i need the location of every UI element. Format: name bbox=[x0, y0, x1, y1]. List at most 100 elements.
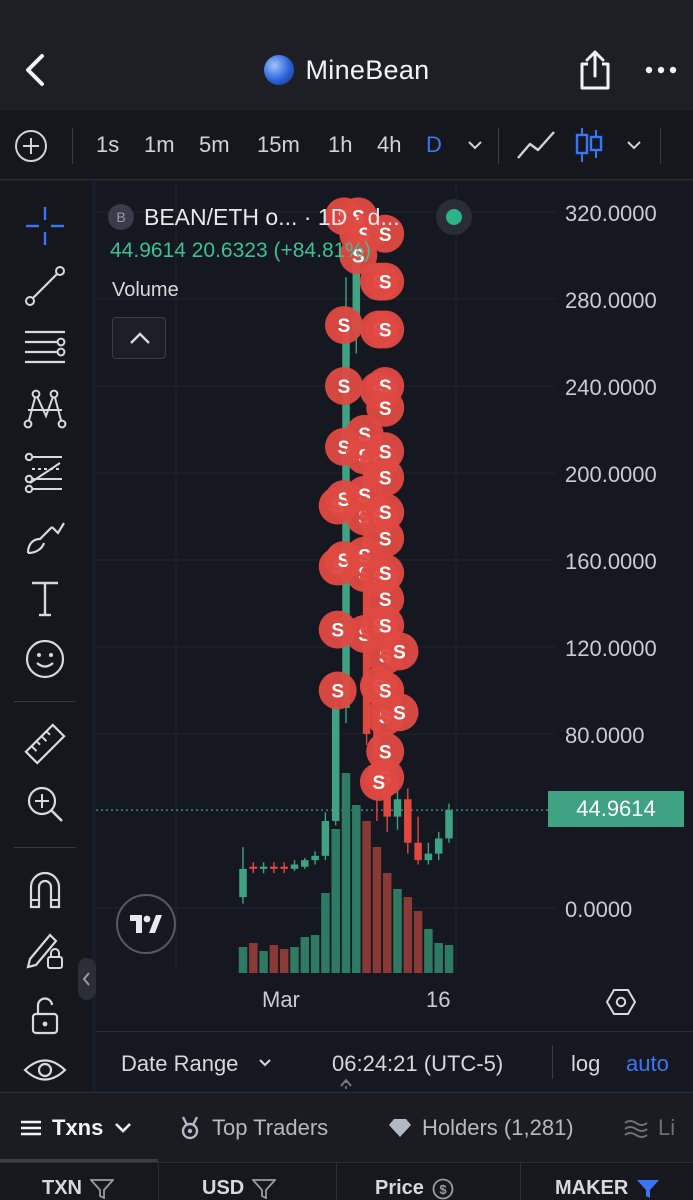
zoom-in-icon[interactable] bbox=[22, 781, 68, 827]
chevron-down-icon bbox=[115, 1123, 132, 1133]
chart-type-chevron-down-icon[interactable] bbox=[625, 136, 643, 154]
price-axis-label: 80.0000 bbox=[565, 723, 645, 748]
chart-footer: Date Range 06:24:21 (UTC-5) log auto bbox=[96, 1033, 693, 1091]
svg-text:$: $ bbox=[439, 1182, 447, 1197]
list-icon bbox=[21, 1120, 41, 1136]
status-indicator bbox=[435, 199, 472, 235]
medal-icon bbox=[181, 1116, 199, 1140]
column-divider bbox=[158, 1163, 159, 1200]
lock-drawing-icon[interactable] bbox=[22, 927, 68, 973]
tradingview-logo-icon[interactable] bbox=[116, 894, 176, 954]
candle-body bbox=[393, 799, 402, 817]
price-chart[interactable]: SSSSSSSSSSSSSSSSSSSSSSSSSSSSSSSSSSSSSSSS… bbox=[96, 181, 693, 1091]
chart-settings-icon[interactable] bbox=[606, 987, 636, 1017]
text-tool-icon[interactable] bbox=[22, 575, 68, 621]
tv-mark-icon bbox=[130, 915, 162, 933]
timeframe-1s[interactable]: 1s bbox=[96, 132, 119, 158]
time-axis-label: 16 bbox=[426, 987, 451, 1012]
pattern-icon[interactable] bbox=[22, 386, 68, 432]
volume-bar bbox=[290, 947, 299, 973]
app-header: MineBean bbox=[0, 0, 693, 110]
tab-txns-label: Txns bbox=[52, 1115, 104, 1140]
sell-marker-label: S bbox=[379, 399, 392, 420]
price-axis-label: 280.0000 bbox=[565, 288, 657, 313]
unlock-icon[interactable] bbox=[22, 993, 68, 1039]
trend-line-icon[interactable] bbox=[22, 263, 68, 309]
current-price-tag: 44.9614 bbox=[548, 791, 684, 827]
tab-liquidity[interactable]: Li bbox=[624, 1115, 675, 1141]
tab-holders[interactable]: Holders (1,281) bbox=[388, 1115, 574, 1141]
sell-marker-label: S bbox=[338, 316, 351, 337]
date-range-button[interactable]: Date Range bbox=[121, 1051, 238, 1077]
column-divider bbox=[520, 1163, 521, 1200]
tab-txns[interactable]: Txns bbox=[20, 1115, 133, 1141]
volume-bar bbox=[413, 911, 423, 973]
timeframe-chevron-down-icon[interactable] bbox=[466, 136, 484, 154]
volume-bar bbox=[393, 889, 402, 973]
candle-body bbox=[414, 842, 422, 861]
column-price[interactable]: Price $ bbox=[375, 1177, 454, 1200]
footer-divider bbox=[552, 1045, 553, 1079]
pair-label[interactable]: BEAN/ETH o... · 1D · d... bbox=[144, 204, 400, 231]
volume-bar bbox=[321, 893, 330, 973]
emoji-icon[interactable] bbox=[22, 636, 68, 682]
candle-body bbox=[331, 707, 340, 821]
timeframe-1m[interactable]: 1m bbox=[144, 132, 175, 158]
column-txn[interactable]: TXN bbox=[42, 1177, 114, 1200]
price-axis-label: 240.0000 bbox=[565, 375, 657, 400]
price-axis-label: 120.0000 bbox=[565, 636, 657, 661]
sell-marker-label: S bbox=[379, 320, 392, 341]
eye-icon[interactable] bbox=[22, 1047, 68, 1093]
dollar-circle-icon: $ bbox=[432, 1178, 454, 1199]
crosshair-icon[interactable] bbox=[22, 203, 68, 249]
toolbar-divider bbox=[14, 847, 76, 848]
ruler-icon[interactable] bbox=[22, 721, 68, 767]
candle-body bbox=[404, 799, 412, 843]
horizontal-lines-icon[interactable] bbox=[22, 324, 68, 370]
volume-bar bbox=[382, 873, 392, 973]
magnet-icon[interactable] bbox=[22, 867, 68, 913]
live-dot-icon bbox=[445, 209, 462, 225]
candle-body bbox=[301, 860, 309, 867]
more-options-icon[interactable] bbox=[644, 58, 678, 82]
line-chart-icon[interactable] bbox=[516, 128, 556, 162]
tab-top-traders-label: Top Traders bbox=[212, 1115, 329, 1140]
column-maker[interactable]: MAKER bbox=[555, 1177, 660, 1200]
tab-top-traders[interactable]: Top Traders bbox=[178, 1115, 328, 1141]
sell-marker-label: S bbox=[379, 273, 392, 294]
volume-bar bbox=[238, 947, 248, 973]
volume-bar bbox=[259, 951, 268, 973]
page-title: MineBean bbox=[305, 54, 430, 85]
time-axis-label: Mar bbox=[262, 987, 300, 1012]
add-indicator-icon[interactable] bbox=[14, 129, 48, 163]
candlestick-chart-icon[interactable] bbox=[575, 126, 603, 164]
volume-toggle-button[interactable] bbox=[112, 317, 166, 359]
timeframe-15m[interactable]: 15m bbox=[257, 132, 300, 158]
auto-scale-toggle[interactable]: auto bbox=[626, 1051, 669, 1077]
column-usd[interactable]: USD bbox=[202, 1177, 277, 1200]
timezone-clock[interactable]: 06:24:21 (UTC-5) bbox=[332, 1051, 503, 1077]
drawing-toolbar bbox=[0, 181, 92, 1091]
log-scale-toggle[interactable]: log bbox=[571, 1051, 600, 1077]
toolbar-divider bbox=[498, 128, 499, 164]
timeframe-5m[interactable]: 5m bbox=[199, 132, 230, 158]
sell-marker-label: S bbox=[338, 377, 351, 398]
chevron-down-icon[interactable] bbox=[258, 1057, 272, 1069]
data-tabs: Txns Top Traders Holders (1,281) Li bbox=[0, 1092, 693, 1162]
chevron-up-icon bbox=[130, 332, 150, 344]
timeframe-4h[interactable]: 4h bbox=[377, 132, 401, 158]
column-txn-label: TXN bbox=[42, 1177, 82, 1199]
brush-icon[interactable] bbox=[22, 513, 68, 559]
collapse-toolbar-handle[interactable] bbox=[78, 958, 96, 1000]
token-logo-icon bbox=[263, 55, 294, 85]
candle-body bbox=[239, 868, 247, 898]
column-maker-label: MAKER bbox=[555, 1177, 629, 1199]
toolbar-divider bbox=[14, 701, 76, 702]
filter-active-icon bbox=[637, 1179, 660, 1198]
candle-body bbox=[249, 866, 258, 869]
timeframe-1h[interactable]: 1h bbox=[328, 132, 352, 158]
share-icon[interactable] bbox=[578, 50, 612, 90]
fib-retracement-icon[interactable] bbox=[22, 449, 68, 495]
volume-bar bbox=[341, 773, 351, 973]
timeframe-d[interactable]: D bbox=[426, 132, 442, 158]
